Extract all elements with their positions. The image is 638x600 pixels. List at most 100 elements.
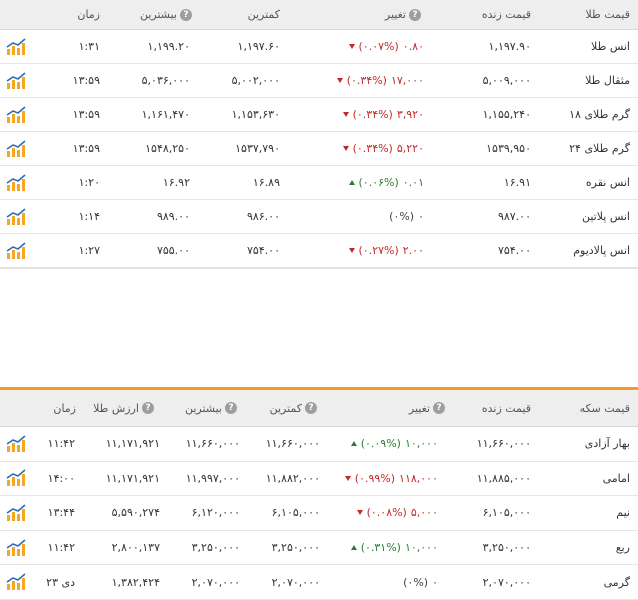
high-price: ۱۵۴۸,۲۵۰ (145, 142, 190, 155)
change-cell: (۰.۳۴%) ۱۷,۰۰۰ (334, 64, 424, 97)
table-row: نیم ۶,۱۰۵,۰۰۰ (۰.۰۸%) ۵,۰۰۰ ۶,۱۰۵,۰۰۰ ۶,۱۲۰,۰… (0, 496, 638, 531)
header-gold-value: ارزش طلا ? (93, 390, 157, 426)
header-time: زمان (53, 401, 76, 415)
table-row: انس پالادیوم ۷۵۴.۰۰ (۰.۲۷%) ۲.۰۰ ۷۵۴.۰۰ ۷۵۵.۰… (0, 234, 638, 268)
row-name: گرمی (603, 575, 630, 589)
table-row: انس نقره ۱۶.۹۱ (۰.۰۶%) ۰.۰۱ ۱۶.۸۹ ۱۶.۹۲ ۱:۲۰ (0, 166, 638, 200)
question-icon[interactable]: ? (225, 402, 237, 414)
change-cell: (۰.۹۹%) ۱۱۸,۰۰۰ (342, 462, 438, 496)
change-percent: (۰.۰۶%) (358, 176, 399, 189)
high-price: ۳,۲۵۰,۰۰۰ (191, 541, 240, 555)
chart-icon[interactable] (6, 538, 26, 557)
change-value: ۰ (432, 575, 438, 589)
question-icon[interactable]: ? (305, 402, 317, 414)
table-row: ربع ۳,۲۵۰,۰۰۰ (۰.۳۱%) ۱۰,۰۰۰ ۳,۲۵۰,۰۰۰ ۳,۲۵۰,… (0, 531, 638, 566)
gold-value: ۱۱,۱۷۱,۹۲۱ (105, 471, 160, 485)
table-row: امامی ۱۱,۸۸۵,۰۰۰ (۰.۹۹%) ۱۱۸,۰۰۰ ۱۱,۸۸۲,۰۰۰ ۱… (0, 462, 638, 497)
change-cell: (۰.۰۶%) ۰.۰۱ (346, 166, 424, 199)
change-value: ۵,۲۲۰ (396, 142, 424, 155)
arrow-down-icon (348, 44, 355, 49)
change-percent: (۰.۳۴%) (352, 142, 393, 155)
row-name: امامی (602, 471, 630, 485)
change-value: ۳,۹۲۰ (396, 108, 424, 121)
gold-value: ۱۱,۱۷۱,۹۲۱ (105, 437, 160, 451)
update-time: ۱۳:۵۹ (72, 142, 100, 155)
change-value: ۱۰,۰۰۰ (404, 437, 438, 451)
arrow-down-icon (342, 112, 349, 117)
live-price: ۱,۱۵۵,۲۴۰ (482, 108, 531, 121)
header-low: کمترین (247, 8, 280, 21)
update-time: ۱۳:۵۹ (72, 108, 100, 121)
update-time: ۱۳:۵۹ (72, 74, 100, 87)
gold-price-table: قیمت طلا قیمت زنده تغییر ? کمترین بیشتری… (0, 0, 638, 269)
live-price: ۱۵۳۹,۹۵۰ (486, 142, 531, 155)
table-row: انس طلا ۱,۱۹۷.۹۰ (۰.۰۷%) ۰.۸۰ ۱,۱۹۷.۶۰ ۱,۱۹۹.… (0, 30, 638, 64)
header-high-label: بیشترین (184, 401, 222, 415)
high-price: ۱۶.۹۲ (162, 176, 190, 189)
low-price: ۷۵۴.۰۰ (246, 244, 280, 257)
question-icon[interactable]: ? (433, 402, 445, 414)
low-price: ۵,۰۰۲,۰۰۰ (231, 74, 280, 87)
table-row: گرم طلای ۲۴ ۱۵۳۹,۹۵۰ (۰.۳۴%) ۵,۲۲۰ ۱۵۳۷,۷۹۰ ۱… (0, 132, 638, 166)
update-time: ۱۳:۴۴ (47, 506, 75, 520)
gold-value: ۲,۸۰۰,۱۳۷ (111, 541, 160, 555)
change-percent: (۰.۳۱%) (360, 541, 401, 555)
change-percent: (۰.۳۴%) (352, 108, 393, 121)
update-time: ۱۱:۴۲ (47, 437, 75, 451)
chart-icon[interactable] (6, 173, 26, 192)
gold-table-header: قیمت طلا قیمت زنده تغییر ? کمترین بیشتری… (0, 0, 638, 30)
change-value: ۰.۰۱ (402, 176, 424, 189)
live-price: ۵,۰۰۹,۰۰۰ (482, 74, 531, 87)
update-time: ۲۳ دی (46, 575, 75, 589)
arrow-down-icon (356, 510, 363, 516)
question-icon[interactable]: ? (142, 402, 154, 414)
header-high-label: بیشترین (139, 8, 177, 21)
high-price: ۹۸۹.۰۰ (156, 210, 190, 223)
header-gold-value-label: ارزش طلا (93, 401, 139, 415)
gold-value: ۵,۵۹۰,۲۷۴ (111, 506, 160, 520)
chart-icon[interactable] (6, 573, 26, 591)
chart-icon[interactable] (6, 469, 26, 487)
chart-icon[interactable] (6, 71, 26, 90)
update-time: ۱۱:۴۲ (47, 541, 75, 555)
header-high: بیشترین ? (140, 0, 195, 29)
arrow-down-icon (336, 78, 343, 83)
chart-icon[interactable] (6, 504, 26, 522)
change-value: ۵,۰۰۰ (410, 506, 438, 520)
chart-icon[interactable] (6, 37, 26, 56)
row-name: بهار آزادی (584, 437, 630, 451)
chart-icon[interactable] (6, 139, 26, 158)
chart-icon[interactable] (6, 241, 26, 260)
header-time: زمان (77, 8, 100, 21)
change-cell: (۰.۲۷%) ۲.۰۰ (346, 234, 424, 267)
arrow-up-icon (350, 545, 357, 551)
row-name: مثقال طلا (585, 74, 630, 87)
low-price: ۳,۲۵۰,۰۰۰ (271, 541, 320, 555)
question-icon[interactable]: ? (180, 8, 192, 21)
chart-icon[interactable] (6, 105, 26, 124)
chart-icon[interactable] (6, 207, 26, 226)
live-price: ۹۸۷.۰۰ (497, 210, 531, 223)
header-change-label: تغییر (408, 401, 430, 415)
header-name: قیمت سکه (579, 401, 630, 415)
change-cell: (۰.۰۷%) ۰.۸۰ (346, 30, 424, 63)
live-price: ۷۵۴.۰۰ (497, 244, 531, 257)
row-name: گرم طلای ۲۴ (569, 142, 630, 155)
high-price: ۶,۱۲۰,۰۰۰ (191, 506, 240, 520)
chart-icon[interactable] (6, 435, 26, 453)
change-cell: (۰.۰۹%) ۱۰,۰۰۰ (348, 427, 438, 461)
header-change: تغییر ? (409, 390, 448, 426)
update-time: ۱۴:۰۰ (47, 471, 75, 485)
question-icon[interactable]: ? (409, 8, 421, 21)
change-percent: (۰.۰۷%) (358, 40, 399, 53)
gold-value: ۱,۳۸۲,۴۲۴ (111, 575, 160, 589)
header-change-label: تغییر (384, 8, 406, 21)
high-price: ۵,۰۳۶,۰۰۰ (141, 74, 190, 87)
arrow-down-icon (348, 248, 355, 253)
header-live: قیمت زنده (481, 401, 531, 415)
high-price: ۱۱,۶۶۰,۰۰۰ (185, 437, 240, 451)
arrow-down-icon (344, 475, 351, 481)
live-price: ۱,۱۹۷.۹۰ (488, 40, 531, 53)
low-price: ۱,۱۵۳,۶۳۰ (231, 108, 280, 121)
change-cell: (۰.۳۱%) ۱۰,۰۰۰ (348, 531, 438, 565)
